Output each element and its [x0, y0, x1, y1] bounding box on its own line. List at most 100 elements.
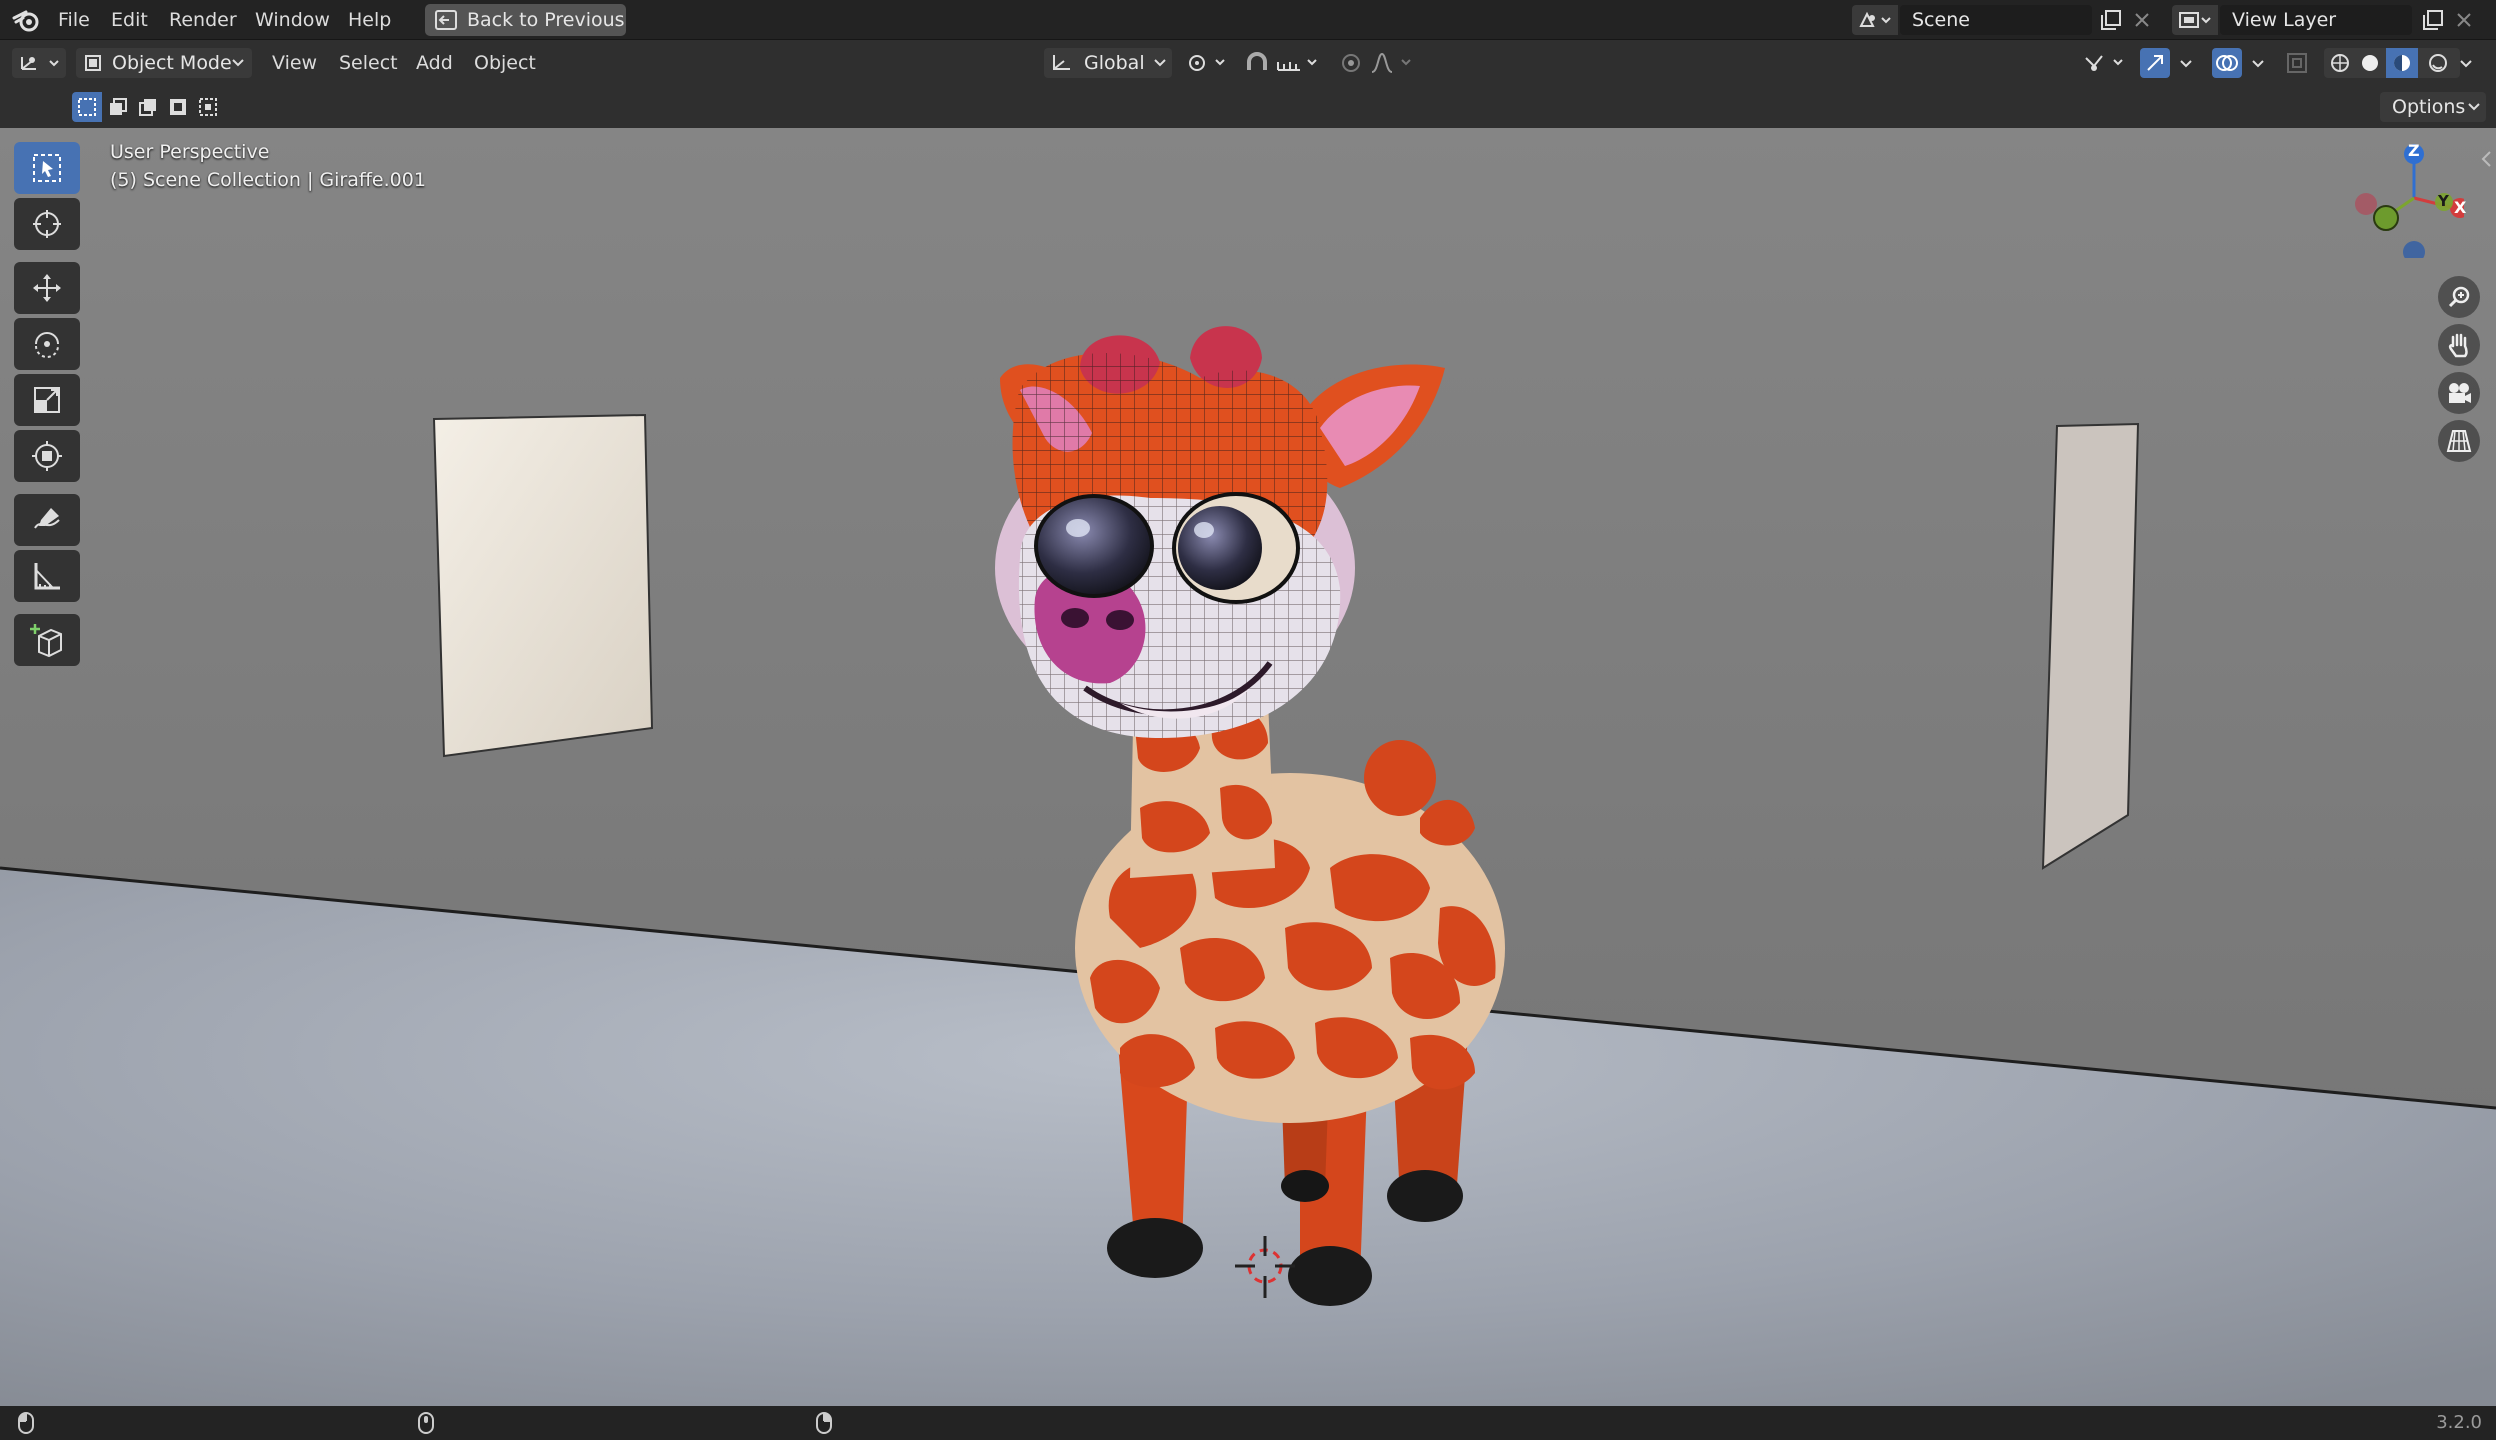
select-box-icon: [33, 154, 61, 182]
axis-label-x: X: [2454, 198, 2467, 217]
view-layer-browse-button[interactable]: [2172, 5, 2218, 35]
object-mode-icon: [85, 55, 101, 71]
menu-edit[interactable]: Edit: [111, 0, 148, 40]
menu-help[interactable]: Help: [348, 0, 391, 40]
material-preview-button[interactable]: [2386, 48, 2418, 78]
mouse-middle-icon: [418, 1412, 434, 1434]
shading-mode-group: [2324, 48, 2460, 78]
material-preview-icon: [2394, 55, 2410, 71]
pivot-point-icon[interactable]: [1186, 52, 1230, 74]
falloff-curve-icon[interactable]: [1370, 52, 1416, 74]
move-icon: [33, 274, 61, 302]
select-extend-icon[interactable]: [108, 97, 128, 117]
chevron-down-icon: [232, 59, 244, 67]
overlays-toggle-button[interactable]: [2212, 48, 2242, 78]
pan-button[interactable]: [2438, 324, 2480, 366]
options-label: Options: [2392, 96, 2466, 118]
header-menu-view[interactable]: View: [272, 40, 317, 86]
scene-icon: [1859, 11, 1891, 27]
viewport-header: Object Mode View Select Add Object Globa…: [0, 40, 2496, 86]
sidebar-toggle-icon[interactable]: [2480, 150, 2494, 168]
select-invert-icon[interactable]: [168, 97, 188, 117]
zoom-button[interactable]: [2438, 276, 2480, 318]
header-menu-object[interactable]: Object: [474, 40, 536, 86]
axis-label-y: Y: [2438, 192, 2449, 210]
new-view-layer-icon[interactable]: [2422, 9, 2444, 31]
mouse-left-icon: [18, 1412, 34, 1434]
menu-file[interactable]: File: [58, 0, 90, 40]
zoom-icon: [2448, 286, 2470, 308]
delete-view-layer-icon[interactable]: [2456, 12, 2472, 28]
blender-logo-icon[interactable]: [12, 8, 42, 32]
3d-viewport-icon: [21, 57, 59, 70]
chevron-down-icon: [2468, 103, 2480, 111]
status-bar: 3.2.0: [0, 1406, 2496, 1440]
delete-scene-icon[interactable]: [2134, 12, 2150, 28]
back-to-previous-button[interactable]: Back to Previous: [425, 4, 626, 36]
snap-magnet-icon[interactable]: [1244, 50, 1270, 76]
version-label: 3.2.0: [2436, 1412, 2482, 1433]
wireframe-shading-icon[interactable]: [2330, 53, 2350, 73]
chevron-down-icon[interactable]: [2460, 60, 2472, 68]
back-screen-icon: [435, 10, 457, 30]
overlays-icon: [2216, 55, 2238, 71]
scene-browse-button[interactable]: [1852, 5, 1898, 35]
measure-icon: [34, 563, 60, 590]
tool-select-box[interactable]: [14, 142, 80, 194]
add-cube-icon: [30, 624, 62, 658]
solid-shading-icon[interactable]: [2360, 53, 2380, 73]
tool-move[interactable]: [14, 262, 80, 314]
navigation-gizmo[interactable]: Z Y X: [2344, 138, 2467, 258]
new-scene-icon[interactable]: [2100, 9, 2122, 31]
transform-icon: [32, 441, 62, 471]
select-new-button[interactable]: [72, 92, 102, 122]
tool-scale[interactable]: [14, 374, 80, 426]
rotate-icon: [35, 332, 59, 358]
view-name-label: User Perspective: [110, 141, 270, 163]
menu-window[interactable]: Window: [255, 0, 330, 40]
xray-toggle-icon[interactable]: [2286, 52, 2308, 74]
gizmo-toggle-button[interactable]: [2140, 48, 2170, 78]
selection-mode-group: [72, 92, 228, 122]
grid-perspective-icon: [2446, 430, 2472, 452]
chevron-down-icon[interactable]: [2180, 60, 2192, 68]
visibility-selectability-icon[interactable]: [2082, 52, 2128, 74]
perspective-toggle-button[interactable]: [2438, 420, 2480, 462]
select-intersect-icon[interactable]: [198, 97, 218, 117]
orientation-global-icon: [1053, 55, 1070, 70]
tool-annotate[interactable]: [14, 494, 80, 546]
camera-icon: [2449, 383, 2471, 403]
view-layer-text: View Layer: [2232, 9, 2337, 31]
menu-render[interactable]: Render: [169, 0, 237, 40]
3d-viewport[interactable]: User Perspective (5) Scene Collection | …: [0, 128, 2496, 1406]
collection-info-label: (5) Scene Collection | Giraffe.001: [110, 169, 426, 191]
hand-icon: [2448, 333, 2468, 358]
snap-increment-icon[interactable]: [1276, 52, 1324, 74]
tool-settings-header: Options: [0, 86, 2496, 128]
transform-orientation-dropdown[interactable]: Global: [1044, 48, 1172, 78]
tool-measure[interactable]: [14, 550, 80, 602]
chevron-down-icon: [1154, 59, 1166, 67]
scene-name-text: Scene: [1912, 9, 1970, 31]
tool-transform[interactable]: [14, 430, 80, 482]
tool-add-cube[interactable]: [14, 614, 80, 666]
editor-type-button[interactable]: [12, 48, 66, 78]
view-layer-field[interactable]: View Layer: [2220, 5, 2412, 35]
proportional-editing-icon[interactable]: [1340, 52, 1362, 74]
back-to-previous-label: Back to Previous: [467, 9, 625, 31]
header-menu-select[interactable]: Select: [339, 40, 398, 86]
scale-icon: [34, 387, 60, 413]
camera-view-button[interactable]: [2438, 372, 2480, 414]
tool-rotate[interactable]: [14, 318, 80, 370]
rendered-shading-icon[interactable]: [2428, 53, 2448, 73]
header-menu-add[interactable]: Add: [416, 40, 453, 86]
gizmo-icon: [2147, 55, 2163, 71]
mode-dropdown[interactable]: Object Mode: [76, 48, 252, 78]
chevron-down-icon[interactable]: [2252, 60, 2264, 68]
options-dropdown[interactable]: Options: [2380, 92, 2486, 122]
tool-cursor[interactable]: [14, 198, 80, 250]
select-subtract-icon[interactable]: [138, 97, 158, 117]
scene-name-field[interactable]: Scene: [1900, 5, 2092, 35]
toolbar: [0, 128, 94, 688]
cursor-icon: [33, 210, 61, 238]
